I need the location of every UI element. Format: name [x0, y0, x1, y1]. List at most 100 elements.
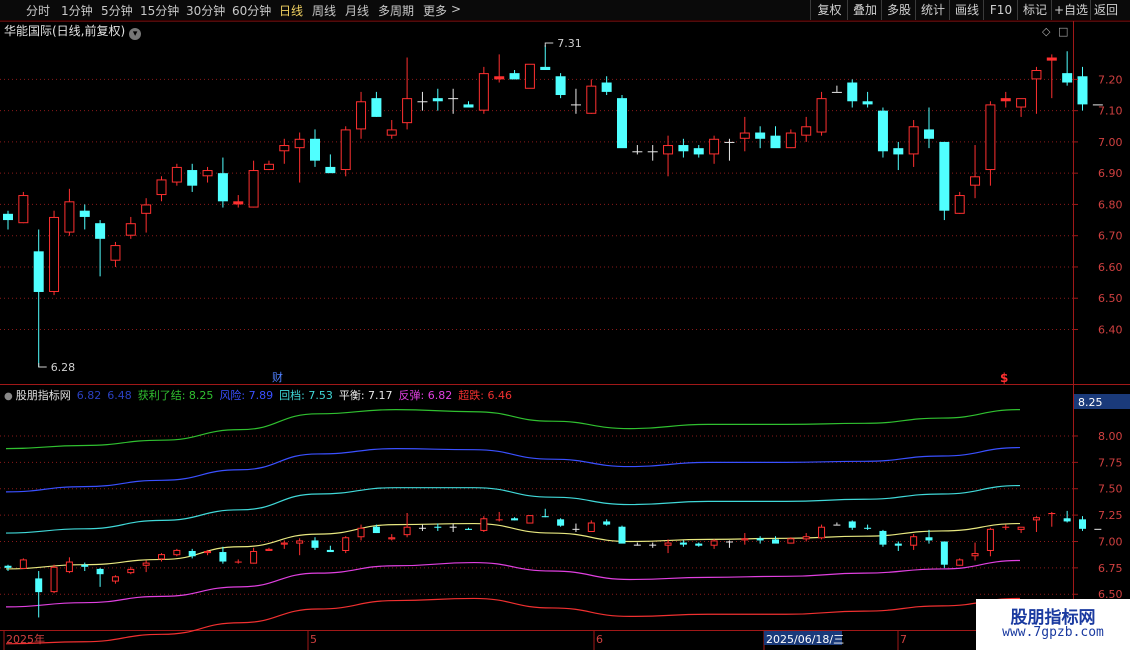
toolbar-button-7[interactable]: +自选 — [1051, 0, 1090, 20]
main-candle-37[interactable] — [570, 88, 581, 114]
main-candle-27[interactable] — [417, 91, 428, 111]
ind-candle-61[interactable] — [940, 541, 948, 568]
ind-candle-38[interactable] — [587, 520, 595, 532]
main-candle-55[interactable] — [847, 79, 858, 108]
ind-candle-40[interactable] — [618, 525, 626, 544]
main-candle-17[interactable] — [263, 160, 274, 171]
ind-candle-14[interactable] — [219, 546, 227, 564]
period-tab-4[interactable]: 30分钟 — [186, 2, 225, 19]
main-candle-4[interactable] — [64, 188, 75, 236]
ind-candle-10[interactable] — [158, 553, 165, 562]
main-candle-12[interactable] — [187, 163, 198, 192]
ind-candle-43[interactable] — [664, 539, 672, 554]
ind-candle-29[interactable] — [449, 523, 457, 532]
main-candle-10[interactable] — [156, 176, 167, 202]
main-candle-29[interactable] — [448, 88, 459, 114]
main-candle-28[interactable] — [432, 88, 443, 111]
main-candle-50[interactable] — [770, 126, 781, 149]
main-candle-36[interactable] — [555, 73, 566, 99]
ind-candle-21[interactable] — [326, 545, 334, 553]
toolbar-button-3[interactable]: 统计 — [915, 0, 950, 20]
main-candle-61[interactable] — [939, 141, 950, 221]
main-candle-21[interactable] — [325, 154, 336, 174]
ind-candle-25[interactable] — [388, 534, 396, 541]
main-candle-3[interactable] — [49, 210, 60, 296]
ind-candle-4[interactable] — [65, 557, 73, 574]
dividend-icon[interactable]: $ — [1000, 371, 1008, 385]
chevron-down-icon[interactable]: ▾ — [129, 28, 142, 40]
period-tab-2[interactable]: 5分钟 — [101, 2, 133, 19]
ind-candle-71[interactable] — [1094, 528, 1102, 530]
main-candle-42[interactable] — [647, 145, 658, 161]
chevron-right-icon[interactable]: > — [451, 2, 461, 16]
main-candle-47[interactable] — [724, 138, 735, 161]
ind-candle-70[interactable] — [1079, 516, 1086, 531]
indicator-candles[interactable] — [4, 508, 1102, 618]
ind-candle-30[interactable] — [465, 527, 472, 530]
ind-candle-56[interactable] — [864, 524, 872, 530]
main-candle-33[interactable] — [509, 70, 520, 80]
period-tab-0[interactable]: 分时 — [26, 2, 50, 19]
ind-candle-31[interactable] — [480, 516, 488, 532]
ind-candle-6[interactable] — [96, 567, 104, 587]
main-candle-48[interactable] — [739, 116, 750, 152]
main-candle-69[interactable] — [1062, 51, 1073, 86]
main-candle-16[interactable] — [248, 160, 259, 208]
main-candle-38[interactable] — [586, 79, 597, 114]
main-candle-53[interactable] — [816, 91, 827, 136]
ind-candle-18[interactable] — [280, 540, 288, 549]
main-candle-35[interactable] — [540, 45, 551, 71]
ind-candle-47[interactable] — [725, 540, 733, 548]
ind-candle-16[interactable] — [250, 547, 258, 564]
main-candle-14[interactable] — [217, 157, 228, 208]
main-candle-40[interactable] — [617, 95, 627, 149]
ind-candle-32[interactable] — [495, 511, 503, 522]
main-candle-19[interactable] — [294, 132, 305, 183]
period-tab-6[interactable]: 日线 — [279, 2, 303, 19]
settings-icon[interactable]: ● — [4, 391, 13, 402]
toolbar-button-8[interactable]: 返回 — [1090, 0, 1121, 20]
main-candle-8[interactable] — [125, 216, 136, 239]
period-tab-9[interactable]: 多周期 — [378, 2, 414, 19]
period-tab-1[interactable]: 1分钟 — [61, 2, 93, 19]
ind-candle-59[interactable] — [910, 534, 918, 550]
ind-candle-39[interactable] — [603, 519, 611, 526]
main-candle-49[interactable] — [755, 126, 766, 149]
ind-candle-55[interactable] — [848, 520, 856, 530]
main-candle-2[interactable] — [33, 229, 44, 367]
main-candle-39[interactable] — [601, 76, 612, 96]
ind-candle-7[interactable] — [111, 575, 119, 584]
main-candle-68[interactable] — [1046, 54, 1057, 99]
main-candle-65[interactable] — [1000, 91, 1011, 108]
main-candle-70[interactable] — [1077, 66, 1088, 111]
ind-candle-66[interactable] — [1017, 526, 1025, 534]
ind-candle-42[interactable] — [649, 542, 657, 548]
main-candle-31[interactable] — [478, 66, 489, 114]
ind-candle-67[interactable] — [1032, 516, 1040, 532]
main-candle-51[interactable] — [785, 129, 796, 149]
toolbar-button-5[interactable]: F10 — [983, 0, 1018, 20]
main-candle-13[interactable] — [202, 166, 213, 183]
toolbar-button-4[interactable]: 画线 — [949, 0, 984, 20]
main-candle-32[interactable] — [494, 54, 505, 83]
ind-candle-49[interactable] — [756, 536, 764, 544]
period-tab-5[interactable]: 60分钟 — [232, 2, 271, 19]
ind-candle-1[interactable] — [19, 558, 27, 569]
main-candle-62[interactable] — [954, 191, 965, 214]
ind-candle-37[interactable] — [572, 523, 580, 532]
main-candle-24[interactable] — [371, 91, 382, 117]
ind-candle-20[interactable] — [311, 537, 319, 550]
main-candle-26[interactable] — [402, 57, 413, 130]
ind-candle-69[interactable] — [1063, 510, 1071, 523]
ind-candle-5[interactable] — [81, 562, 89, 572]
ind-candle-11[interactable] — [173, 548, 181, 557]
ind-candle-53[interactable] — [818, 524, 826, 540]
ind-candle-22[interactable] — [342, 536, 350, 554]
main-candle-64[interactable] — [985, 101, 996, 186]
main-candle-6[interactable] — [95, 220, 106, 277]
ind-candle-63[interactable] — [971, 542, 979, 561]
period-tab-7[interactable]: 周线 — [312, 2, 336, 19]
main-candle-22[interactable] — [340, 126, 351, 177]
ind-candle-68[interactable] — [1048, 511, 1056, 527]
ind-candle-58[interactable] — [894, 541, 902, 551]
